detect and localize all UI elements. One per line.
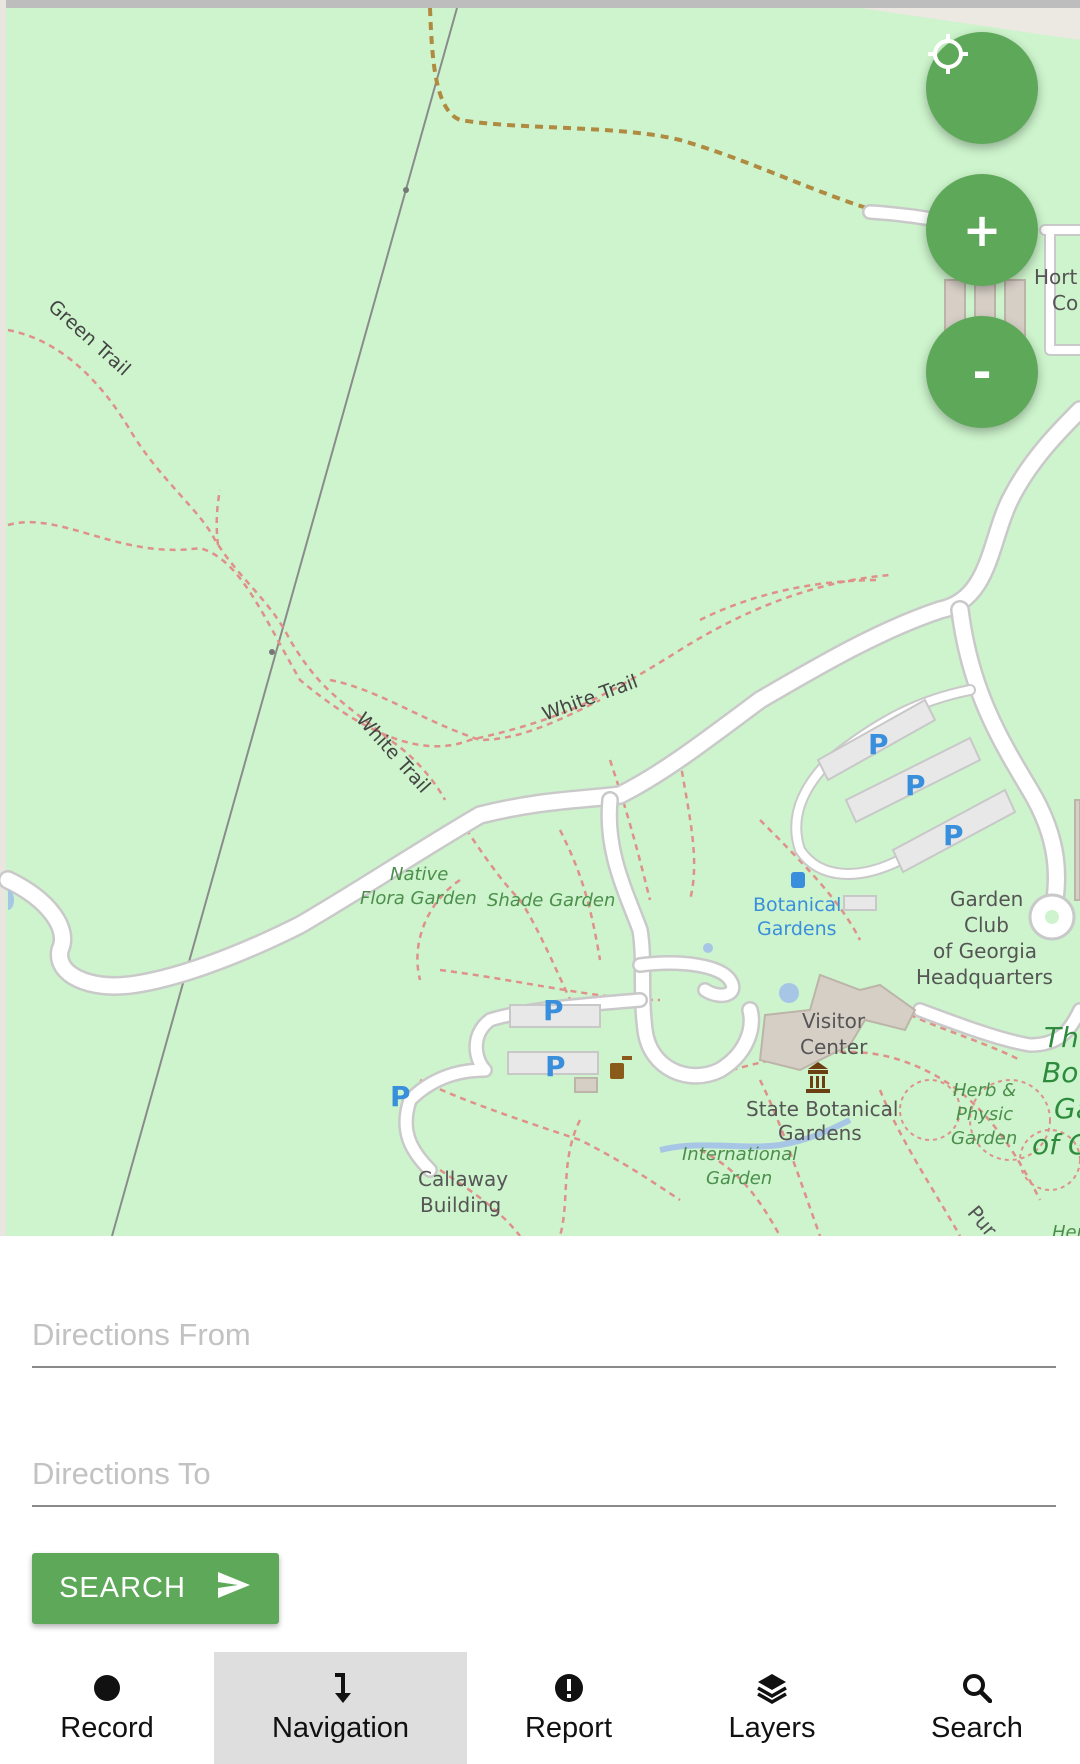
zoom-in-button[interactable]: + bbox=[926, 174, 1038, 286]
map-label-callaway: Callaway bbox=[418, 1167, 509, 1191]
map-label-herb-garden: Garden bbox=[951, 1128, 1018, 1149]
nav-item-label: Navigation bbox=[271, 1712, 410, 1744]
map-label-of-georgia: of Georgia bbox=[933, 939, 1038, 963]
alert-circle-icon bbox=[554, 1670, 584, 1706]
parking-icon: P bbox=[943, 819, 964, 852]
parking-icon: P bbox=[543, 994, 564, 1027]
map-label-international: International bbox=[682, 1144, 798, 1165]
search-button-label: SEARCH bbox=[59, 1572, 186, 1604]
map-label-botanical: Botanical bbox=[753, 894, 842, 916]
map-label-herb: Herb & bbox=[953, 1080, 1017, 1101]
parking-icon: P bbox=[545, 1050, 566, 1083]
map-label-bot: Bot bbox=[1042, 1056, 1080, 1089]
magnifier-icon bbox=[962, 1670, 992, 1706]
map-label-garden-club: Garden bbox=[950, 887, 1024, 911]
directions-to-input[interactable] bbox=[32, 1443, 1056, 1507]
direction-arrow-icon bbox=[329, 1670, 353, 1706]
map-label-physic: Physic bbox=[956, 1104, 1014, 1125]
map-label-co: Co bbox=[1052, 291, 1079, 315]
locate-me-button[interactable] bbox=[926, 32, 1038, 144]
nav-item-label: Search bbox=[931, 1712, 1023, 1744]
send-icon bbox=[216, 1570, 252, 1608]
nav-item-layers[interactable]: Layers bbox=[670, 1652, 874, 1764]
layers-icon bbox=[756, 1670, 788, 1706]
map-label-building: Building bbox=[420, 1193, 502, 1217]
nav-item-label: Record bbox=[60, 1712, 154, 1744]
zoom-out-button[interactable]: - bbox=[926, 316, 1038, 428]
map-label-gardens: Gardens bbox=[757, 918, 837, 940]
nav-item-record[interactable]: Record bbox=[0, 1652, 214, 1764]
map-label-the: The bbox=[1044, 1021, 1080, 1054]
search-button[interactable]: SEARCH bbox=[32, 1553, 279, 1624]
map-label-of-g: of G bbox=[1032, 1128, 1080, 1161]
nav-item-search[interactable]: Search bbox=[874, 1652, 1080, 1764]
map-label-her: Her bbox=[1052, 1222, 1080, 1236]
map-label-native: Native bbox=[390, 864, 449, 885]
map-label-intl-garden: Garden bbox=[706, 1168, 773, 1189]
map-label-flora-garden: Flora Garden bbox=[360, 888, 477, 909]
nav-item-label: Report bbox=[524, 1712, 613, 1744]
record-dot-icon bbox=[92, 1670, 122, 1706]
parking-icon: P bbox=[905, 769, 926, 802]
bottom-nav: Record Navigation Report Layers Search bbox=[0, 1652, 1080, 1764]
map-label-visitor: Visitor bbox=[802, 1009, 866, 1033]
map-label-center: Center bbox=[800, 1035, 868, 1059]
map-base-layer bbox=[0, 0, 1080, 1236]
nav-item-label: Layers bbox=[728, 1712, 816, 1744]
map-label-state-botanical: State Botanical bbox=[746, 1097, 899, 1121]
nav-item-report[interactable]: Report bbox=[467, 1652, 670, 1764]
bus-stop-icon bbox=[791, 872, 805, 888]
nav-item-navigation[interactable]: Navigation bbox=[214, 1652, 467, 1764]
parking-icon: P bbox=[868, 728, 889, 761]
map-label-club: Club bbox=[964, 913, 1009, 937]
map-view[interactable]: Green Trail White Trail White Trail Nati… bbox=[0, 0, 1080, 1236]
map-label-hort: Hort bbox=[1034, 265, 1078, 289]
map-label-headquarters: Headquarters bbox=[916, 965, 1053, 989]
map-label-shade-garden: Shade Garden bbox=[487, 890, 616, 911]
directions-from-input[interactable] bbox=[32, 1304, 1056, 1368]
map-label-ga: Ga bbox=[1054, 1092, 1080, 1125]
parking-icon: P bbox=[390, 1080, 411, 1113]
